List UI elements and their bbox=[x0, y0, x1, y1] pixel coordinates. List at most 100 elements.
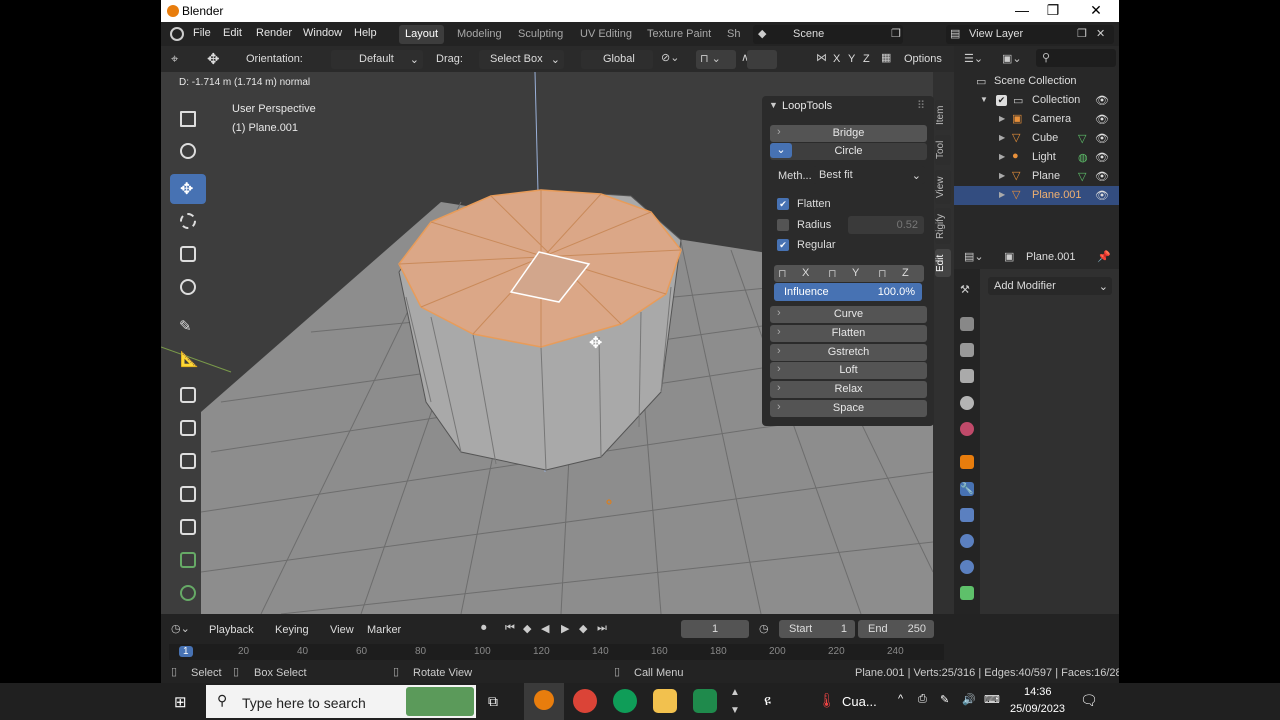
relax-button[interactable]: › Relax bbox=[770, 381, 927, 398]
radius-checkbox[interactable]: ✔ bbox=[777, 219, 789, 231]
rotate-tool-button[interactable] bbox=[170, 206, 206, 236]
knife-tool-button[interactable] bbox=[170, 512, 206, 542]
regular-checkbox[interactable]: ✔ bbox=[777, 239, 789, 251]
volume-icon[interactable]: 🔊 bbox=[962, 693, 976, 706]
minimize-button[interactable]: — bbox=[1007, 2, 1037, 18]
view-layer-remove-icon[interactable]: ✕ bbox=[1096, 27, 1105, 40]
taskbar-scroll-down-icon[interactable]: ▼ bbox=[730, 705, 740, 716]
loop-cut-tool-button[interactable] bbox=[170, 479, 206, 509]
end-frame-field[interactable]: End 250 bbox=[858, 620, 934, 638]
close-button[interactable]: ✕ bbox=[1081, 2, 1111, 19]
curve-button[interactable]: › Curve bbox=[770, 306, 927, 323]
object-properties-icon[interactable] bbox=[960, 455, 974, 469]
xray-toggle[interactable] bbox=[747, 50, 777, 69]
tab-texture-paint[interactable]: Texture Paint bbox=[641, 25, 717, 44]
scene-selector[interactable]: ◆ Scene ❐ bbox=[753, 25, 903, 44]
mirror-x-toggle[interactable]: X bbox=[833, 53, 840, 65]
radius-value-field[interactable]: 0.52 bbox=[848, 216, 924, 234]
excel-app-icon[interactable] bbox=[693, 689, 717, 713]
add-modifier-dropdown[interactable]: Add Modifier ⌄ bbox=[988, 277, 1112, 295]
show-hidden-icons-icon[interactable]: ^ bbox=[898, 693, 903, 705]
lock-x-toggle[interactable]: X bbox=[802, 267, 809, 279]
menu-file[interactable]: File bbox=[193, 27, 211, 39]
view-layer-new-icon[interactable]: ❐ bbox=[1077, 27, 1087, 40]
editor-type-icon[interactable]: ⌖ bbox=[171, 51, 178, 67]
expand-arrow-icon[interactable]: ▶ bbox=[999, 152, 1005, 161]
circle-section-header[interactable]: ⌄ Circle bbox=[770, 143, 927, 160]
world-properties-icon[interactable] bbox=[960, 422, 974, 436]
outliner-scene-collection[interactable]: ▭ Scene Collection bbox=[954, 72, 1119, 91]
lock-y-toggle[interactable]: Y bbox=[852, 267, 859, 279]
timeline-editor-icon[interactable]: ◷⌄ bbox=[171, 622, 190, 635]
frame-ruler[interactable]: 1 20 40 60 80 100 120 140 160 180 200 220 240 bbox=[169, 644, 944, 660]
outliner-item-light[interactable]: ▶ ● Light ◍ 👁 bbox=[954, 148, 1119, 167]
view-layer-properties-icon[interactable] bbox=[960, 369, 974, 383]
outliner-editor-icon[interactable]: ☰⌄ bbox=[964, 52, 983, 65]
poly-build-tool-button[interactable] bbox=[170, 545, 206, 575]
scale-tool-button[interactable] bbox=[170, 239, 206, 269]
pin-icon[interactable]: 📌 bbox=[1097, 250, 1111, 263]
network-icon[interactable]: ⎙ bbox=[918, 693, 927, 706]
lock-z-toggle[interactable]: Z bbox=[902, 267, 909, 279]
eye-icon[interactable]: 👁 bbox=[1095, 94, 1109, 107]
record-icon[interactable]: ⏺ bbox=[481, 622, 487, 635]
expand-arrow-icon[interactable]: ▼ bbox=[980, 95, 988, 104]
loft-button[interactable]: › Loft bbox=[770, 362, 927, 379]
snap-toggle[interactable]: ⊓ ⌄ bbox=[696, 50, 736, 69]
spin-tool-button[interactable] bbox=[170, 578, 206, 608]
tab-item[interactable]: Item bbox=[935, 100, 951, 130]
outliner-item-plane-001[interactable]: ▶ ▽ Plane.001 👁 bbox=[954, 186, 1119, 205]
properties-editor-icon[interactable]: ▤⌄ bbox=[964, 250, 984, 263]
render-properties-icon[interactable] bbox=[960, 317, 974, 331]
expand-arrow-icon[interactable]: ▶ bbox=[999, 190, 1005, 199]
bridge-button[interactable]: › Bridge bbox=[770, 125, 927, 142]
notifications-icon[interactable]: 🗨 bbox=[1080, 692, 1098, 709]
chrome-app-icon[interactable] bbox=[573, 689, 597, 713]
view-menu[interactable]: View bbox=[330, 624, 354, 636]
task-view-icon[interactable]: ⧉ bbox=[488, 693, 498, 710]
tab-edit[interactable]: Edit bbox=[935, 249, 951, 277]
marker-menu[interactable]: Marker bbox=[367, 624, 401, 636]
tab-sculpting[interactable]: Sculpting bbox=[512, 25, 569, 44]
menu-edit[interactable]: Edit bbox=[223, 27, 242, 39]
tab-layout[interactable]: Layout bbox=[399, 25, 445, 44]
drag-dropdown[interactable]: Select Box ⌄ bbox=[479, 50, 564, 69]
flatten-checkbox[interactable]: ✔ bbox=[777, 198, 789, 210]
physics-properties-icon[interactable] bbox=[960, 534, 974, 548]
eye-icon[interactable]: 👁 bbox=[1095, 170, 1109, 183]
inset-tool-button[interactable] bbox=[170, 413, 206, 443]
measure-tool-button[interactable]: 📐 bbox=[170, 344, 206, 374]
language-icon[interactable]: ✎ bbox=[940, 693, 949, 706]
outliner-collection[interactable]: ▼ ✔ ▭ Collection 👁 bbox=[954, 91, 1119, 110]
tab-shading[interactable]: Sh bbox=[721, 25, 746, 44]
menu-help[interactable]: Help bbox=[354, 27, 377, 39]
tool-properties-icon[interactable]: ⚒ bbox=[960, 283, 974, 297]
options-button[interactable]: Options bbox=[904, 53, 942, 65]
maximize-button[interactable]: ❐ bbox=[1038, 2, 1068, 19]
tab-uv-editing[interactable]: UV Editing bbox=[574, 25, 638, 44]
chrome-profile-app-icon[interactable] bbox=[613, 689, 637, 713]
eye-icon[interactable]: 👁 bbox=[1095, 189, 1109, 202]
select-tool-button[interactable] bbox=[170, 104, 206, 134]
extrude-tool-button[interactable] bbox=[170, 380, 206, 410]
panel-collapse-icon[interactable]: ▼ bbox=[769, 100, 778, 110]
taskbar-scroll-up-icon[interactable]: ▲ bbox=[730, 687, 740, 698]
eye-icon[interactable]: 👁 bbox=[1095, 132, 1109, 145]
clock-icon[interactable]: ◷ bbox=[759, 622, 769, 635]
expand-arrow-icon[interactable]: ▶ bbox=[999, 114, 1005, 123]
panel-drag-handle-icon[interactable]: ⠿ bbox=[917, 99, 925, 112]
taskbar-blender-button[interactable] bbox=[524, 683, 564, 720]
current-frame-field[interactable]: 1 bbox=[681, 620, 749, 638]
taskbar-search-box[interactable]: ⚲ Type here to search bbox=[206, 685, 476, 718]
playback-menu[interactable]: Playback bbox=[209, 624, 254, 636]
clock-date[interactable]: 25/09/2023 bbox=[1010, 703, 1065, 715]
orientation-dropdown[interactable]: Default ⌄ bbox=[331, 50, 423, 69]
pivot-icon[interactable]: ⊘⌄ bbox=[661, 51, 679, 64]
play-reverse-icon[interactable]: ◀ bbox=[541, 622, 549, 635]
influence-slider[interactable]: Influence 100.0% bbox=[774, 283, 922, 301]
modifier-wrench-icon[interactable]: 🔧 bbox=[960, 482, 974, 496]
eye-icon[interactable]: 👁 bbox=[1095, 151, 1109, 164]
lock-icon[interactable]: ⊓ bbox=[778, 267, 787, 280]
scene-new-icon[interactable]: ❐ bbox=[891, 27, 901, 40]
annotate-tool-button[interactable]: ✎ bbox=[170, 311, 206, 341]
